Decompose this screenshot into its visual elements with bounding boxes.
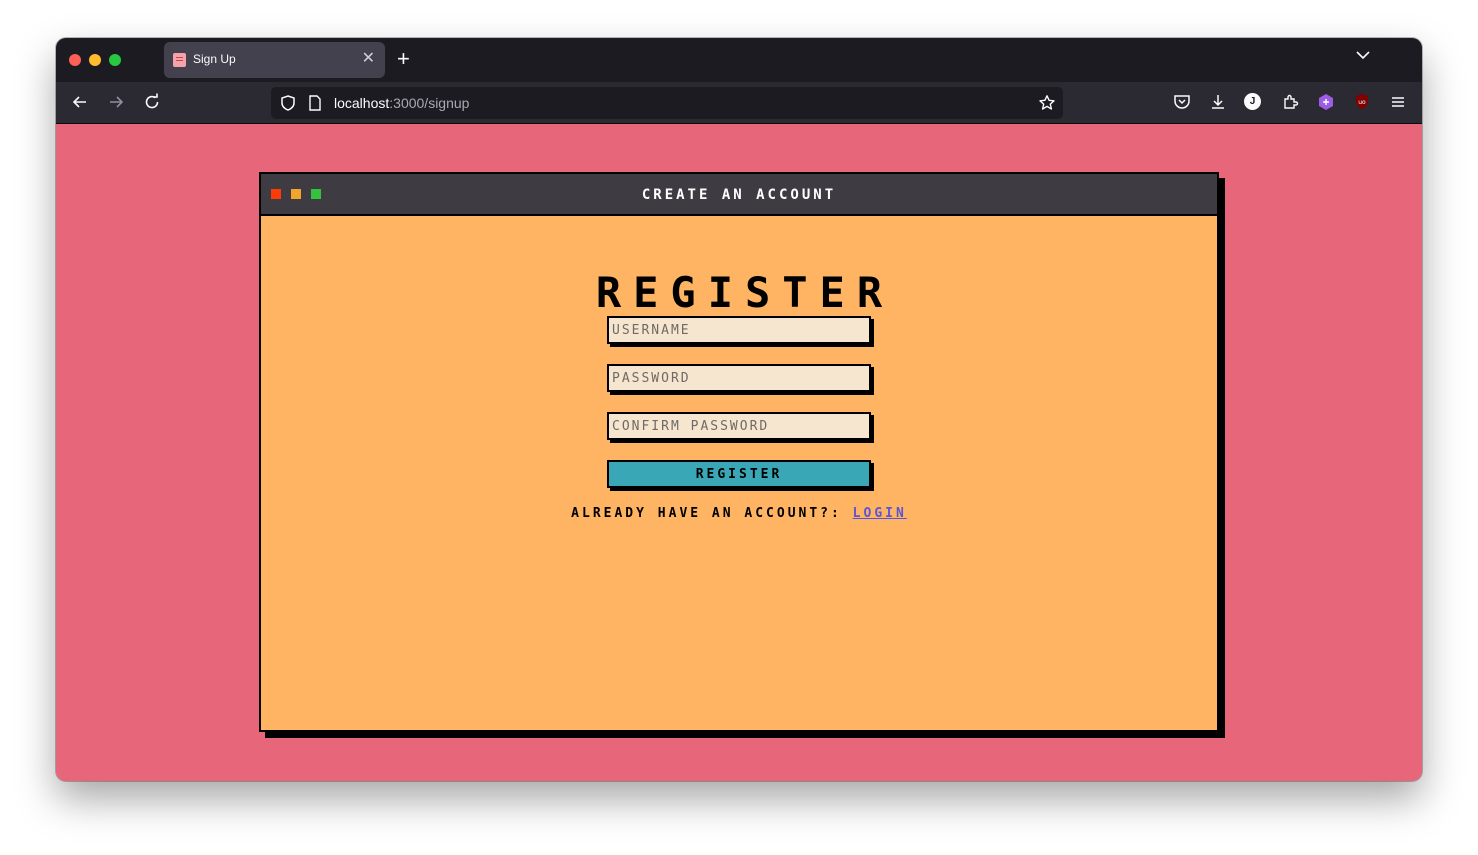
url-path: :3000/signup [389, 95, 470, 111]
login-prompt: Already have an account?: Login [261, 506, 1217, 521]
page-icon[interactable] [307, 94, 323, 112]
close-window-button[interactable] [69, 54, 81, 66]
close-tab-icon[interactable]: ✕ [362, 50, 375, 68]
back-arrow-icon[interactable] [70, 92, 90, 112]
extensions-puzzle-icon[interactable] [1280, 92, 1300, 112]
tab-sign-up[interactable]: Sign Up ✕ [164, 42, 385, 78]
page-heading: Register [595, 268, 895, 317]
panel-titlebar: Create an account [261, 174, 1217, 216]
tab-strip: Sign Up ✕ + [56, 38, 1422, 82]
menu-hamburger-icon[interactable] [1388, 92, 1408, 112]
new-tab-icon[interactable]: + [397, 48, 410, 70]
tab-list-chevron-down-icon[interactable] [1356, 50, 1370, 60]
account-avatar-icon[interactable]: J [1244, 93, 1261, 110]
maximize-window-button[interactable] [109, 54, 121, 66]
password-field [607, 364, 871, 392]
address-bar[interactable]: localhost:3000/signup [271, 87, 1063, 119]
navigation-toolbar: localhost:3000/signup J uo [56, 82, 1422, 124]
minimize-window-button[interactable] [89, 54, 101, 66]
url-host: localhost [334, 95, 390, 111]
username-input[interactable] [609, 318, 869, 342]
reload-icon[interactable] [142, 92, 162, 112]
page-content: Create an account Register Register Alre… [56, 124, 1422, 781]
confirm-password-input[interactable] [609, 414, 869, 438]
login-prompt-text: Already have an account?: [571, 506, 842, 521]
confirm-password-field [607, 412, 871, 440]
svg-text:uo: uo [1358, 99, 1366, 106]
login-link[interactable]: Login [853, 506, 907, 521]
forward-arrow-icon[interactable] [106, 92, 126, 112]
ublock-shield-icon[interactable]: uo [1352, 92, 1372, 112]
panel-title: Create an account [641, 187, 837, 203]
tab-title: Sign Up [193, 52, 236, 66]
page-favicon-icon [173, 53, 186, 67]
downloads-icon[interactable] [1208, 92, 1228, 112]
url-text[interactable]: localhost:3000/signup [334, 95, 469, 111]
purple-extension-icon[interactable] [1316, 92, 1336, 112]
browser-window: Sign Up ✕ + localhost:3000/signup J uo C… [56, 38, 1422, 781]
register-button[interactable]: Register [607, 460, 871, 488]
shield-icon[interactable] [279, 94, 297, 112]
signup-panel: Create an account Register Register Alre… [259, 172, 1219, 732]
bookmark-star-icon[interactable] [1038, 94, 1056, 112]
password-input[interactable] [609, 366, 869, 390]
pocket-icon[interactable] [1172, 92, 1192, 112]
username-field [607, 316, 871, 344]
